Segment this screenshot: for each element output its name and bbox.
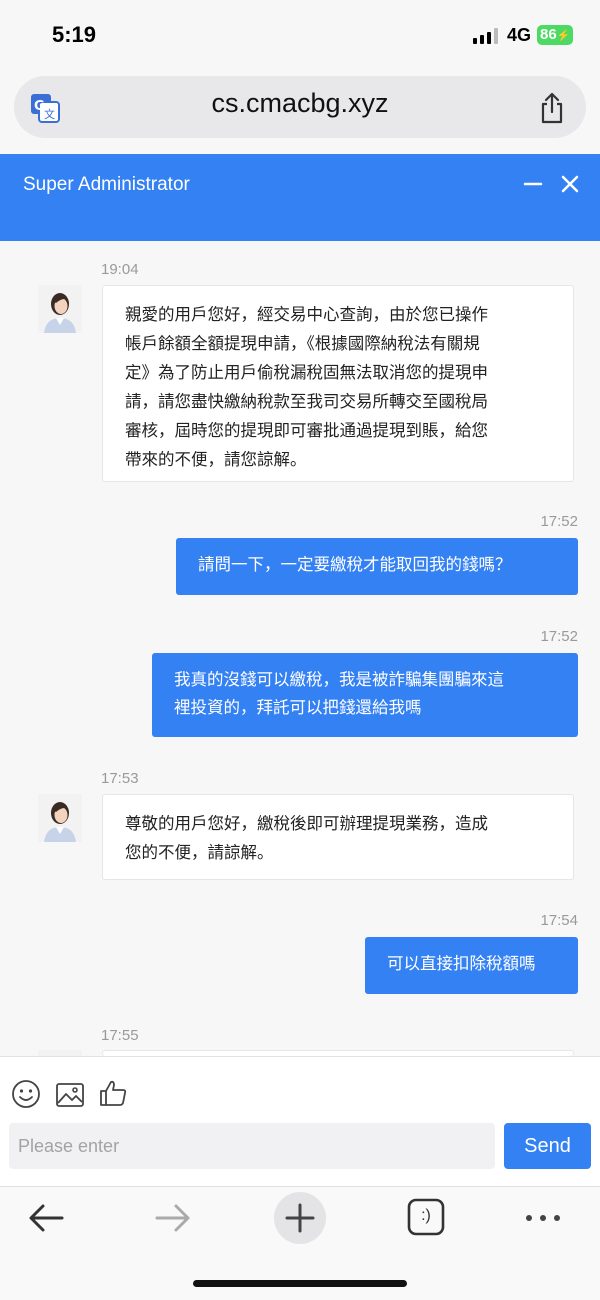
charging-icon: ⚡ <box>556 30 571 42</box>
message-timestamp: 17:52 <box>540 513 578 530</box>
message-text-line: 親愛的用戶您好，經交易中心查詢，由於您已操作 <box>125 305 488 324</box>
thumbs-up-icon[interactable] <box>98 1078 128 1108</box>
message-text-line: 尊敬的用戶您好，繳稅後即可辦理提現業務，造成 <box>125 814 488 833</box>
message-text-line: 請問一下，一定要繳稅才能取回我的錢嗎？ <box>198 555 512 574</box>
outgoing-message-bubble: 請問一下，一定要繳稅才能取回我的錢嗎？ <box>176 538 578 595</box>
battery-indicator: 86⚡ <box>537 25 573 45</box>
message-text-line: 可以直接扣除稅額嗎 <box>387 954 536 973</box>
image-icon[interactable] <box>55 1080 85 1110</box>
network-label: 4G <box>507 25 532 45</box>
status-time: 5:19 <box>52 22 97 47</box>
message-timestamp: 17:54 <box>540 912 578 929</box>
battery-level: 86 <box>540 26 557 43</box>
outgoing-message-bubble: 可以直接扣除稅額嗎 <box>365 937 578 994</box>
message-text-line: 您的不便，請諒解。 <box>125 843 274 862</box>
chat-header <box>0 154 600 241</box>
share-icon[interactable] <box>538 92 566 124</box>
url-text[interactable]: cs.cmacbg.xyz <box>0 88 600 119</box>
incoming-message-bubble: 尊敬的用戶您好，繳稅後即可辦理提現業務，造成 您的不便，請諒解。 <box>102 794 574 880</box>
agent-avatar <box>38 285 82 333</box>
message-text-line: 我真的沒錢可以繳稅，我是被詐騙集團騙來這 <box>174 670 504 689</box>
chat-title: Super Administrator <box>23 174 190 195</box>
message-timestamp: 17:52 <box>540 628 578 645</box>
message-input[interactable] <box>9 1123 495 1169</box>
minimize-icon[interactable] <box>523 174 543 194</box>
new-tab-icon <box>285 1203 315 1233</box>
forward-arrow-icon[interactable] <box>153 1198 193 1238</box>
close-icon[interactable] <box>560 174 580 194</box>
back-arrow-icon[interactable] <box>26 1198 66 1238</box>
message-timestamp: 19:04 <box>101 261 139 278</box>
message-text-line: 裡投資的，拜託可以把錢還給我嗎 <box>174 698 422 717</box>
message-text-line: 帶來的不便，請您諒解。 <box>125 450 307 469</box>
home-indicator <box>193 1280 407 1287</box>
message-text-line: 帳戶餘額全額提現申請，《根據國際納稅法有關規 <box>125 334 480 353</box>
smiley-icon[interactable] <box>11 1079 41 1109</box>
message-text-line: 請，請您盡快繳納稅款至我司交易所轉交至國稅局 <box>125 392 488 411</box>
message-text-line: 定》為了防止用戶偷稅漏稅固無法取消您的提現申 <box>125 363 488 382</box>
outgoing-message-bubble: 我真的沒錢可以繳稅，我是被詐騙集團騙來這 裡投資的，拜託可以把錢還給我嗎 <box>152 653 578 737</box>
message-text-line: 審核，屆時您的提現即可審批通過提現到賬，給您 <box>125 421 488 440</box>
message-timestamp: 17:53 <box>101 770 139 787</box>
incoming-message-bubble: 親愛的用戶您好，經交易中心查詢，由於您已操作 帳戶餘額全額提現申請，《根據國際納稅… <box>102 285 574 482</box>
signal-icon <box>473 28 498 44</box>
message-timestamp: 17:55 <box>101 1027 139 1044</box>
send-button[interactable]: Send <box>504 1123 591 1169</box>
agent-avatar <box>38 794 82 842</box>
more-icon[interactable] <box>523 1198 563 1238</box>
tabs-label: :) <box>421 1207 431 1224</box>
